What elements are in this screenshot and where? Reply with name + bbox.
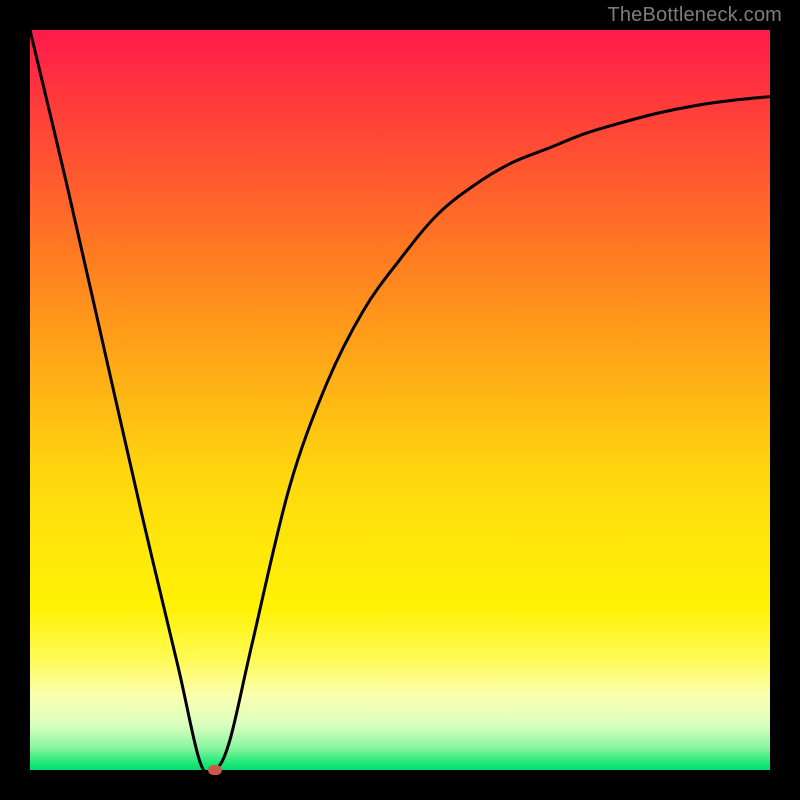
minimum-marker [208, 765, 222, 775]
curve-svg [30, 30, 770, 770]
chart-frame: TheBottleneck.com [0, 0, 800, 800]
plot-area [30, 30, 770, 770]
watermark-text: TheBottleneck.com [607, 4, 782, 27]
bottleneck-curve [30, 30, 770, 770]
